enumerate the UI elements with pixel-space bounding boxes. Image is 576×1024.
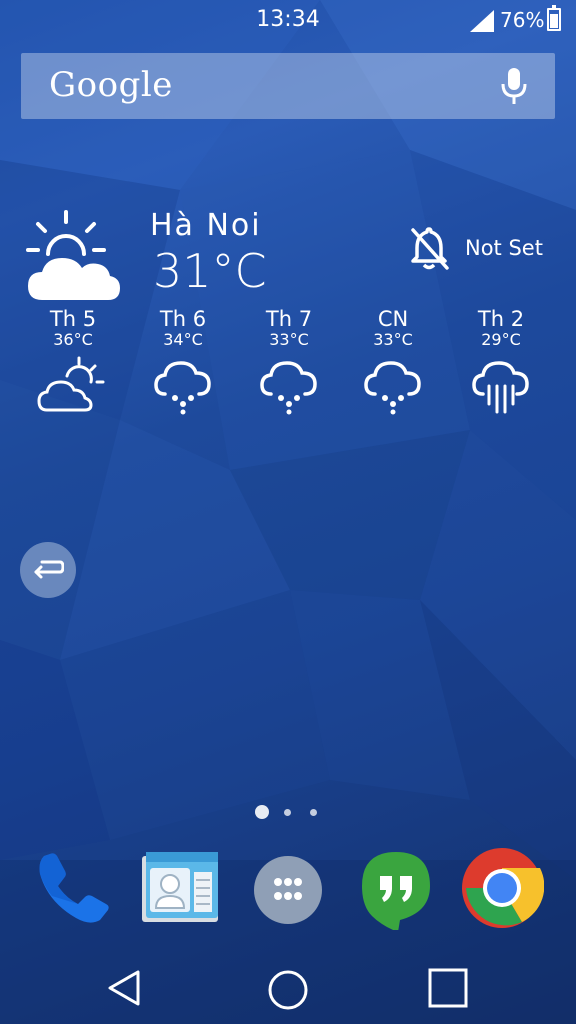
battery-percent: 76% [500,8,545,32]
weather-city: Hà Noi [150,208,262,243]
rain-cloud-icon [260,361,317,415]
forecast-day: Th 2 29°C [446,308,556,420]
return-arrow-icon [34,560,64,579]
back-icon[interactable] [106,968,142,1008]
forecast-temp: 29°C [481,330,521,349]
battery-icon [547,5,561,31]
forecast-day: CN 33°C [338,308,448,420]
forecast-day-label: Th 5 [49,307,97,331]
weather-widget[interactable]: Hà Noi 31°C Not Set Th 5 36°C Th 6 34°C … [0,200,576,430]
forecast-day-label: Th 6 [159,307,207,331]
navigation-bar [0,944,576,1024]
recents-icon[interactable] [428,968,468,1008]
home-icon[interactable] [266,968,310,1012]
forecast-temp: 33°C [269,330,309,349]
forecast-day: Th 7 33°C [234,308,344,420]
phone-icon[interactable] [30,846,114,930]
sun-behind-cloud-icon [26,210,120,300]
heavy-rain-icon [472,361,529,414]
forecast-temp: 33°C [373,330,413,349]
forecast-day: Th 5 36°C [18,308,128,420]
partly-cloudy-icon [37,356,105,412]
weather-temperature: 31°C [153,244,267,298]
app-drawer-icon[interactable] [246,846,330,930]
forecast-temp: 36°C [53,330,93,349]
page-dot-active [255,805,269,819]
hangouts-icon[interactable] [354,846,438,930]
bell-off-icon[interactable] [407,224,451,272]
forecast-temp: 34°C [163,330,203,349]
rain-cloud-icon [364,361,421,415]
contacts-icon[interactable] [138,846,222,930]
forecast-day-label: Th 2 [477,307,525,331]
forecast-day-label: CN [377,307,409,331]
page-indicator [255,805,325,821]
forecast-day-label: Th 7 [265,307,313,331]
google-search-bar[interactable]: Google [21,53,555,119]
dock [0,838,576,938]
mic-icon[interactable] [501,67,527,105]
floating-back-button[interactable] [20,542,76,598]
status-bar: 13:34 76% [0,0,576,40]
forecast-day: Th 6 34°C [128,308,238,420]
signal-icon [470,10,494,32]
rain-cloud-icon [154,361,211,415]
page-dot [310,809,317,816]
google-logo: Google [49,65,173,105]
page-dot [284,809,291,816]
alarm-label: Not Set [465,236,543,260]
chrome-icon[interactable] [460,846,544,930]
